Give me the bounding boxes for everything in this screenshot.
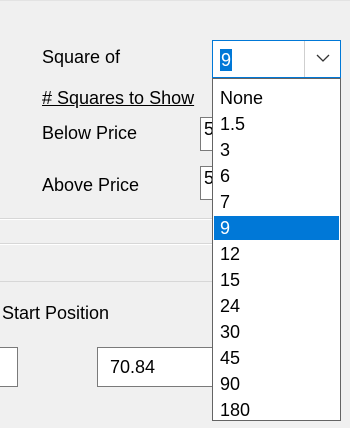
group-divider-highlight	[0, 219, 212, 220]
dropdown-option[interactable]: 1.5	[214, 112, 339, 136]
dropdown-option[interactable]: 7	[214, 190, 339, 214]
start-position-left-input[interactable]	[0, 347, 18, 387]
start-position-label: Start Position	[2, 303, 110, 323]
dropdown-option[interactable]: 24	[214, 294, 339, 318]
dropdown-option[interactable]: 15	[214, 268, 339, 292]
start-position-value: 70.84	[110, 357, 156, 377]
square-of-selected-value: 9	[220, 49, 233, 71]
dropdown-option[interactable]: 9	[214, 216, 339, 240]
square-of-combobox[interactable]: 9	[212, 40, 341, 78]
dropdown-option[interactable]: 30	[214, 320, 339, 344]
dropdown-option[interactable]: 180	[214, 398, 339, 420]
dropdown-option[interactable]: 3	[214, 138, 339, 162]
below-price-label: Below Price	[42, 123, 138, 143]
dropdown-option[interactable]: 6	[214, 164, 339, 188]
chevron-down-icon	[316, 54, 330, 62]
panel-top-border	[0, 0, 350, 1]
dropdown-option[interactable]: None	[214, 86, 339, 110]
square-of-dropdown-list[interactable]: None 1.5 3 6 7 9 12 15 24 30 45 90 180	[212, 78, 341, 421]
square-of-label: Square of	[42, 47, 121, 67]
dropdown-option[interactable]: 45	[214, 346, 339, 370]
dropdown-option[interactable]: 90	[214, 372, 339, 396]
squares-to-show-label: # Squares to Show	[42, 88, 195, 108]
section-divider-highlight	[0, 244, 212, 245]
section-divider-lower	[0, 281, 212, 282]
start-position-input[interactable]: 70.84	[97, 347, 229, 387]
above-price-label: Above Price	[42, 175, 140, 195]
square-of-dropdown-button[interactable]	[304, 41, 340, 77]
dropdown-option[interactable]: 12	[214, 242, 339, 266]
